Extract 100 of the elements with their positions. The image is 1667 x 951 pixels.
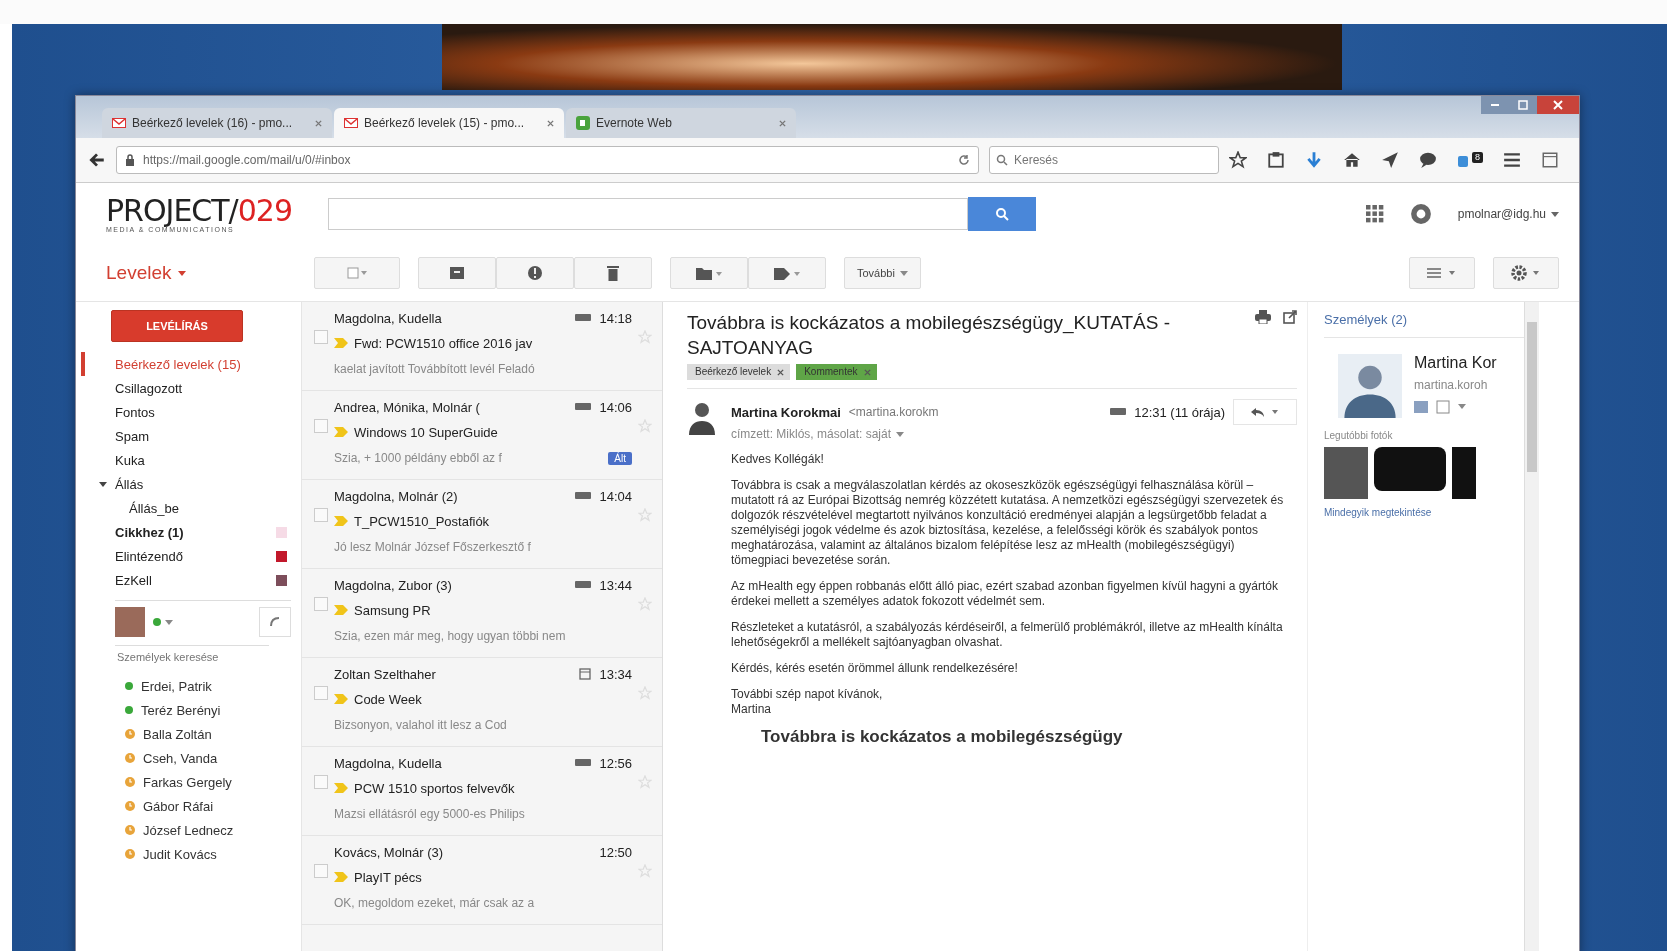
message-item[interactable]: Magdolna, Kudella 14:18 Fwd: PCW1510 office 2016 jav kaelat javított Továbbított levél Feladó — [302, 302, 662, 391]
settings-button[interactable] — [1493, 257, 1559, 289]
archive-button[interactable] — [418, 257, 496, 289]
chat-icon[interactable] — [1419, 151, 1437, 169]
label-button[interactable] — [748, 257, 826, 289]
folder-item[interactable]: EzKell — [81, 568, 301, 592]
important-marker-icon — [334, 871, 348, 883]
folder-item[interactable]: Kuka — [81, 448, 301, 472]
view-all-link[interactable]: Mindegyik megtekintése — [1324, 507, 1524, 518]
menu-icon[interactable] — [1503, 151, 1521, 169]
notification-circle-icon[interactable] — [1409, 203, 1432, 225]
reply-button[interactable] — [1233, 399, 1297, 425]
message-item[interactable]: Magdolna, Molnár (2) 14:04 T_PCW1510_Postafiók Jó lesz Molnár József Főszerkesztő f — [302, 480, 662, 569]
star-icon[interactable] — [1229, 151, 1247, 169]
contact-email: martina.koroh — [1414, 378, 1489, 392]
browser-tab[interactable]: Beérkező levelek (16) - pmo... — [102, 108, 332, 138]
phone-button[interactable] — [259, 607, 291, 637]
label-chip[interactable]: Beérkező levelek — [687, 364, 791, 380]
online-status-icon — [125, 682, 133, 690]
checkbox[interactable] — [314, 419, 328, 433]
checkbox[interactable] — [314, 775, 328, 789]
address-bar[interactable]: https://mail.google.com/mail/u/0/#inbox — [116, 146, 979, 174]
label-chip[interactable]: Kommentek — [796, 364, 877, 380]
checkbox[interactable] — [314, 597, 328, 611]
checkbox[interactable] — [314, 330, 328, 344]
contact-name: Martina Kor — [1414, 354, 1497, 372]
calendar-icon[interactable] — [1541, 151, 1559, 169]
mail-search-field[interactable] — [328, 198, 968, 230]
lock-icon — [125, 154, 135, 166]
browser-tab[interactable]: Beérkező levelek (15) - pmo... — [334, 108, 564, 138]
folder-item[interactable]: Állás — [81, 472, 301, 496]
select-checkbox-dropdown[interactable] — [314, 257, 400, 289]
folder-item[interactable]: Csillagozott — [81, 376, 301, 400]
minimize-button[interactable] — [1481, 96, 1509, 114]
contact-item[interactable]: Balla Zoltán — [81, 722, 301, 746]
email-paragraph: Továbbra is csak a megválaszolatlan kérdés az okoseszközök egészségügyi felhasználása körül – mutatott rá az Európai Bizottság nemrég közzétett kutatása. A nemzetközi egészségügyi szervezetek és dolgozók részvételével megtartott nyilvános konzultáció eredményei alapján a legsürgetőbb feladat a személyiségi jogok védelme és azok biztosítása, kezelése, a felelősségi körök és szabályok pontos meghatározása, valamint az általános bizalom felépítése lesz az mHealth (mobilegészségügyi) tömegpiaci bevezetése során. — [731, 478, 1285, 568]
email-paragraph: Kérdés, kérés esetén örömmel állunk rendelkezésére! — [731, 661, 1019, 676]
expanded-arrow-icon[interactable] — [99, 480, 107, 488]
checkbox[interactable] — [314, 864, 328, 878]
folder-item[interactable]: Cikkhez (1) — [81, 520, 301, 544]
close-icon[interactable] — [547, 119, 554, 127]
view-density-button[interactable] — [1409, 257, 1475, 289]
message-item[interactable]: Kovács, Molnár (3) 12:50 PlayIT pécs OK, megoldom ezeket, már csak az a — [302, 836, 662, 925]
contact-item[interactable]: Teréz Berényi — [81, 698, 301, 722]
important-marker-icon — [334, 337, 348, 349]
away-status-icon — [125, 729, 135, 739]
contact-item[interactable]: Judit Kovács — [81, 842, 301, 866]
clipboard-icon[interactable] — [1267, 151, 1285, 169]
close-icon[interactable] — [315, 119, 322, 127]
more-button[interactable]: További — [844, 257, 921, 289]
contact-item[interactable]: Gábor Ráfai — [81, 794, 301, 818]
search-button[interactable] — [968, 197, 1036, 231]
caret-icon — [899, 270, 908, 276]
chat-bubble-icon — [1110, 407, 1127, 417]
new-window-icon[interactable] — [1283, 310, 1297, 324]
sender-address: <martina.korokm — [848, 405, 939, 419]
back-icon[interactable] — [88, 151, 106, 169]
search-icon — [996, 154, 1008, 166]
report-spam-button[interactable] — [496, 257, 574, 289]
lines-icon — [1427, 266, 1457, 280]
close-icon[interactable] — [863, 368, 871, 376]
contact-item[interactable]: Cseh, Vanda — [81, 746, 301, 770]
send-icon[interactable] — [1381, 151, 1399, 169]
recipients-line[interactable]: címzett: Miklós, másolat: saját — [731, 427, 1297, 441]
mail-menu[interactable]: Levelek — [106, 262, 296, 284]
home-icon[interactable] — [1343, 151, 1361, 169]
message-item[interactable]: Andrea, Mónika, Molnár ( 14:06 Windows 10 SuperGuide Szia, + 1000 példány ebből az f Ált — [302, 391, 662, 480]
close-icon[interactable] — [777, 368, 785, 376]
message-item[interactable]: Magdolna, Kudella 12:56 PCW 1510 sportos felvevők Mazsi ellátásról egy 5000-es Philips — [302, 747, 662, 836]
compose-button[interactable]: LEVÉLÍRÁS — [111, 310, 243, 342]
checkbox[interactable] — [314, 686, 328, 700]
caret-icon — [1551, 211, 1559, 217]
search-field[interactable]: Keresés — [989, 146, 1219, 174]
close-icon[interactable] — [779, 119, 786, 127]
close-button[interactable] — [1537, 96, 1579, 114]
away-status-icon — [125, 849, 135, 859]
delete-button[interactable] — [574, 257, 652, 289]
phone-icon — [269, 616, 281, 628]
email-signature-line: További szép napot kívánok, — [731, 687, 884, 702]
contact-item[interactable]: Erdei, Patrik — [81, 674, 301, 698]
checkbox[interactable] — [314, 508, 328, 522]
tag-icon — [774, 266, 800, 280]
print-icon[interactable] — [1255, 310, 1271, 324]
move-to-folder-button[interactable] — [670, 257, 748, 289]
contact-item[interactable]: József Lednecz — [81, 818, 301, 842]
message-item[interactable]: Zoltan Szelthaher 13:34 Code Week Bizsonyon, valahol itt lesz a Cod — [302, 658, 662, 747]
maximize-button[interactable] — [1509, 96, 1537, 114]
message-item[interactable]: Magdolna, Zubor (3) 13:44 Samsung PR Szia, ezen már meg, hogy ugyan többi nem — [302, 569, 662, 658]
reload-icon[interactable] — [958, 154, 970, 166]
folder-item[interactable]: Állás_be — [81, 496, 301, 520]
scrollbar-thumb[interactable] — [1527, 322, 1537, 472]
contact-item[interactable]: Farkas Gergely — [81, 770, 301, 794]
folder-item[interactable]: Spam — [81, 424, 301, 448]
download-icon[interactable] — [1305, 151, 1323, 169]
folder-item[interactable]: Fontos — [81, 400, 301, 424]
browser-tab[interactable]: Evernote Web — [566, 108, 796, 138]
account-menu[interactable]: pmolnar@idg.hu — [1457, 207, 1559, 221]
folder-item[interactable]: Elintézendő — [81, 544, 301, 568]
apps-grid-icon[interactable] — [1365, 205, 1384, 223]
caret-icon[interactable] — [1458, 404, 1466, 410]
